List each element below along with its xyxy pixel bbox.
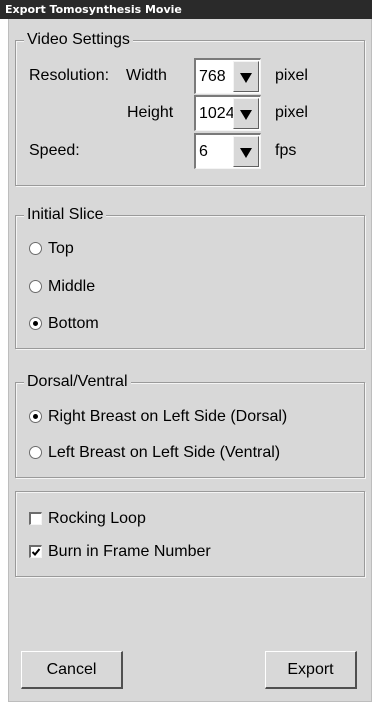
checkbox[interactable] xyxy=(29,512,42,525)
speed-value: 6 xyxy=(199,143,208,160)
triangle-down-icon xyxy=(240,73,252,83)
width-dropdown[interactable]: 768 xyxy=(194,58,261,94)
dialog-body: Video Settings Resolution: Width 768 pix… xyxy=(8,19,372,702)
width-label: Width xyxy=(126,67,167,84)
video-settings-group: Video Settings Resolution: Width 768 pix… xyxy=(15,29,365,186)
height-label: Height xyxy=(127,104,174,121)
slice-option-label: Top xyxy=(48,240,74,257)
radio-button-selected[interactable] xyxy=(29,410,42,423)
dorsal-ventral-title: Dorsal/Ventral xyxy=(24,371,131,393)
width-unit: pixel xyxy=(275,67,308,84)
radio-button[interactable] xyxy=(29,280,42,293)
triangle-down-icon xyxy=(240,110,252,120)
height-dropdown[interactable]: 1024 xyxy=(194,95,261,131)
radio-button-selected[interactable] xyxy=(29,317,42,330)
window-title: Export Tomosynthesis Movie xyxy=(0,0,372,19)
export-movie-window: Export Tomosynthesis Movie Video Setting… xyxy=(0,0,372,702)
height-value: 1024 xyxy=(199,105,235,122)
speed-unit: fps xyxy=(275,142,297,159)
resolution-label: Resolution: xyxy=(29,67,110,84)
orientation-option-label: Left Breast on Left Side (Ventral) xyxy=(48,444,281,461)
rocking-loop-label: Rocking Loop xyxy=(48,510,146,527)
radio-button[interactable] xyxy=(29,242,42,255)
triangle-down-icon xyxy=(240,148,252,158)
width-value: 768 xyxy=(199,68,226,85)
movie-options-group: Rocking Loop Burn in Frame Number xyxy=(15,491,365,577)
radio-button[interactable] xyxy=(29,446,42,459)
width-dropdown-button[interactable] xyxy=(233,61,259,92)
height-unit: pixel xyxy=(275,104,308,121)
burn-frame-number-label: Burn in Frame Number xyxy=(48,543,211,560)
speed-dropdown-button[interactable] xyxy=(233,136,259,167)
cancel-button[interactable]: Cancel xyxy=(21,651,123,689)
initial-slice-title: Initial Slice xyxy=(24,204,107,226)
speed-label: Speed: xyxy=(29,142,80,159)
height-dropdown-button[interactable] xyxy=(233,98,259,129)
initial-slice-group: Initial Slice Top Middle Bottom xyxy=(15,204,365,349)
video-settings-title: Video Settings xyxy=(24,29,133,51)
checkbox-checked[interactable] xyxy=(29,545,42,558)
slice-option-label: Bottom xyxy=(48,315,99,332)
export-button[interactable]: Export xyxy=(265,651,357,689)
orientation-option-label: Right Breast on Left Side (Dorsal) xyxy=(48,408,288,425)
checkmark-icon xyxy=(31,548,41,556)
slice-option-label: Middle xyxy=(48,278,96,295)
dorsal-ventral-group: Dorsal/Ventral Right Breast on Left Side… xyxy=(15,371,365,478)
speed-dropdown[interactable]: 6 xyxy=(194,133,261,169)
